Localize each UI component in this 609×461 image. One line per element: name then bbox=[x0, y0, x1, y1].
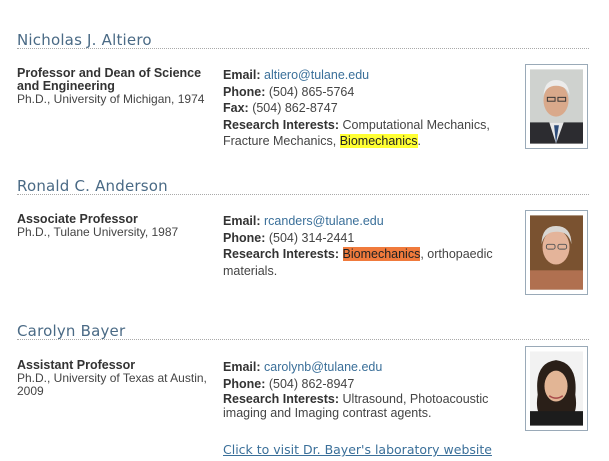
divider bbox=[17, 339, 589, 340]
portrait-image bbox=[530, 351, 583, 426]
phone-value: (504) 314-2441 bbox=[268, 230, 355, 245]
phone-value: (504) 862-8947 bbox=[268, 376, 355, 391]
person-photo bbox=[525, 64, 588, 149]
contact-block: Email: altiero@tulane.edu Phone: (504) 8… bbox=[223, 67, 508, 150]
contact-block: Email: carolynb@tulane.edu Phone: (504) … bbox=[223, 359, 508, 420]
fax-value: (504) 862-8747 bbox=[252, 101, 338, 115]
portrait-image bbox=[530, 69, 583, 144]
lab-website-link[interactable]: Click to visit Dr. Bayer's laboratory we… bbox=[223, 442, 492, 457]
person-photo bbox=[525, 346, 588, 431]
phone-label: Phone: bbox=[223, 376, 266, 391]
divider bbox=[17, 194, 589, 195]
research-interests-label: Research Interests: bbox=[223, 117, 340, 132]
research-interests-label: Research Interests: bbox=[223, 247, 340, 261]
person-photo bbox=[525, 210, 588, 295]
phone-label: Phone: bbox=[223, 230, 266, 245]
email-label: Email: bbox=[223, 214, 261, 228]
person-degree: Ph.D., University of Texas at Austin, 20… bbox=[17, 371, 207, 398]
research-interests-end: . bbox=[417, 134, 422, 148]
person-degree: Ph.D., Tulane University, 1987 bbox=[17, 225, 179, 239]
research-interests: Research Interests: Biomechanics, orthop… bbox=[223, 246, 508, 279]
divider bbox=[17, 48, 589, 49]
person-name: Ronald C. Anderson bbox=[17, 177, 168, 195]
email-link[interactable]: altiero@tulane.edu bbox=[264, 68, 369, 82]
research-interests-label: Research Interests: bbox=[223, 392, 340, 406]
person-role: Professor and Dean of Science and Engine… bbox=[17, 66, 202, 93]
contact-block: Email: rcanders@tulane.edu Phone: (504) … bbox=[223, 213, 508, 279]
highlighted-term: Biomechanics bbox=[342, 247, 421, 261]
email-label: Email: bbox=[223, 360, 261, 374]
fax-label: Fax: bbox=[223, 101, 249, 115]
phone-label: Phone: bbox=[223, 84, 266, 99]
person-summary: Assistant Professor Ph.D., University of… bbox=[17, 359, 207, 398]
person-summary: Associate Professor Ph.D., Tulane Univer… bbox=[17, 213, 207, 239]
person-name: Nicholas J. Altiero bbox=[17, 31, 152, 49]
portrait-image bbox=[530, 215, 583, 290]
email-link[interactable]: rcanders@tulane.edu bbox=[264, 214, 384, 228]
highlighted-term: Biomechanics bbox=[339, 134, 418, 148]
person-name: Carolyn Bayer bbox=[17, 322, 126, 340]
person-summary: Professor and Dean of Science and Engine… bbox=[17, 67, 207, 106]
phone-value: (504) 865-5764 bbox=[268, 84, 355, 99]
email-link[interactable]: carolynb@tulane.edu bbox=[264, 360, 382, 374]
person-degree: Ph.D., University of Michigan, 1974 bbox=[17, 92, 205, 106]
research-interests: Research Interests: Computational Mechan… bbox=[223, 117, 508, 150]
research-interests: Research Interests: Ultrasound, Photoaco… bbox=[223, 392, 508, 420]
email-label: Email: bbox=[223, 68, 261, 82]
